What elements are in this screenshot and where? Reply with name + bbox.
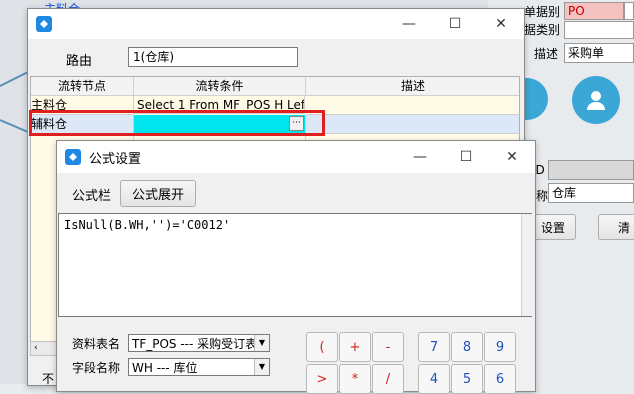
digit-key-5[interactable]: 5 — [451, 364, 483, 394]
digit-key-8[interactable]: 8 — [451, 332, 483, 362]
route-label: 路由 — [66, 54, 93, 69]
op-key-minus[interactable]: - — [372, 332, 404, 362]
route-input[interactable]: 1(仓库) — [128, 47, 298, 67]
field-name-select[interactable]: WH --- 库位 ▼ — [128, 358, 270, 376]
formula-titlebar: 公式设置 — ☐ ✕ — [57, 141, 535, 173]
op-key-multiply[interactable]: * — [339, 364, 371, 394]
desc-value: 采购单 — [568, 46, 605, 60]
formula-maximize-button[interactable]: ☐ — [443, 141, 489, 173]
app-icon — [36, 16, 52, 32]
formula-app-icon — [65, 149, 81, 165]
formula-textarea[interactable]: IsNull(B.WH,'')='C0012' — [58, 213, 532, 317]
table-name-select[interactable]: TF_POS --- 采购受订表 ▼ — [128, 334, 270, 352]
grid-row-1-desc[interactable] — [306, 96, 519, 115]
digit-key-9[interactable]: 9 — [484, 332, 516, 362]
name-value: 仓库 — [552, 186, 577, 200]
doc-type-field[interactable]: PO — [564, 2, 624, 20]
doc-class-field[interactable] — [564, 21, 634, 39]
formula-minimize-button[interactable]: — — [397, 141, 443, 173]
footer-fragment: 不 — [42, 372, 55, 386]
table-name-label: 资料表名 — [72, 337, 121, 351]
maximize-button[interactable]: ☐ — [432, 8, 478, 40]
close-button[interactable]: ✕ — [478, 8, 524, 40]
formula-bar-label: 公式栏 — [72, 189, 112, 204]
clear-button[interactable]: 清 — [598, 214, 634, 240]
minimize-button[interactable]: — — [386, 8, 432, 40]
name-field[interactable]: 仓库 — [548, 183, 634, 203]
chevron-down-icon: ▼ — [254, 335, 269, 351]
user-button[interactable] — [572, 76, 620, 124]
op-key-divide[interactable]: / — [372, 364, 404, 394]
doc-type-ext[interactable] — [624, 2, 634, 20]
digit-key-4[interactable]: 4 — [418, 364, 450, 394]
doc-class-label: 据类别 — [524, 23, 561, 37]
route-value: 1(仓库) — [133, 50, 174, 64]
op-key-greater[interactable]: > — [306, 364, 338, 394]
formula-text: IsNull(B.WH,'')='C0012' — [64, 218, 231, 232]
route-titlebar: — ☐ ✕ — [28, 9, 524, 39]
chevron-down-icon: ▼ — [254, 359, 269, 375]
formula-scrollbar[interactable] — [521, 214, 532, 316]
doc-type-value: PO — [568, 4, 585, 18]
op-key-open-paren[interactable]: ( — [306, 332, 338, 362]
digit-key-7[interactable]: 7 — [418, 332, 450, 362]
name-label: 称 — [536, 189, 549, 203]
col-header-desc[interactable]: 描述 — [306, 77, 519, 96]
field-name-label: 字段名称 — [72, 361, 121, 375]
col-header-condition[interactable]: 流转条件 — [134, 77, 306, 96]
grid-row-2-desc[interactable] — [306, 115, 519, 134]
formula-title: 公式设置 — [89, 151, 142, 167]
formula-close-button[interactable]: ✕ — [489, 141, 535, 173]
op-key-plus[interactable]: + — [339, 332, 371, 362]
desc-field[interactable]: 采购单 — [564, 43, 634, 63]
highlight-box — [29, 110, 325, 136]
doc-type-label: 单据别 — [524, 5, 561, 19]
digit-key-6[interactable]: 6 — [484, 364, 516, 394]
id-field[interactable] — [548, 160, 634, 180]
col-header-node[interactable]: 流转节点 — [31, 77, 134, 96]
settings-button[interactable]: 设置 — [530, 214, 576, 240]
user-icon — [587, 91, 605, 110]
desc-label: 描述 — [534, 47, 559, 61]
formula-expand-button[interactable]: 公式展开 — [120, 180, 196, 207]
